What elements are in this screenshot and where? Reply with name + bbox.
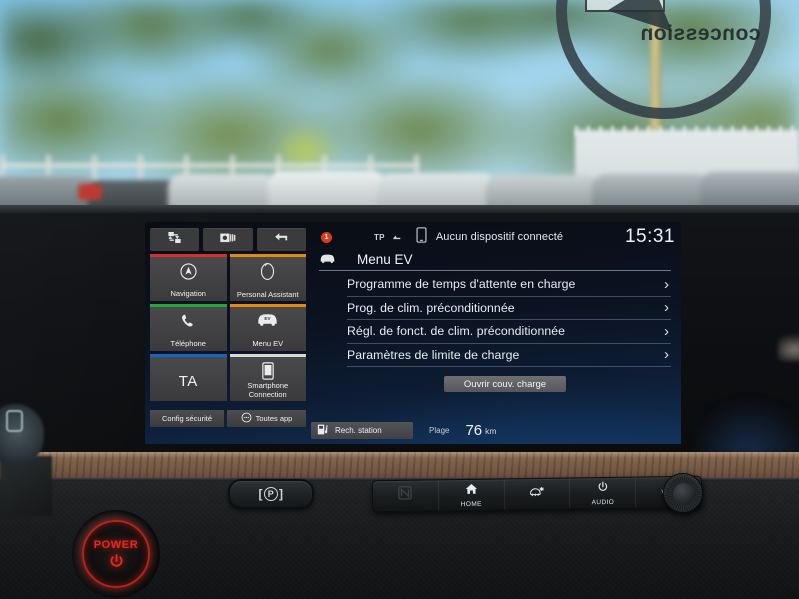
camera-button[interactable] xyxy=(203,228,253,251)
park-bracket-left: [ xyxy=(258,487,263,501)
audio-power-button[interactable]: AUDIO xyxy=(570,477,637,509)
tile-personal-assistant[interactable]: Personal Assistant xyxy=(229,254,306,301)
back-arrow-icon xyxy=(273,230,290,250)
tile-label: Smartphone Connection xyxy=(247,381,289,399)
infotainment-screen[interactable]: Navigation Personal Assistant Téléphone … xyxy=(145,222,681,444)
bezel-reflection-glow xyxy=(690,400,799,458)
power-symbol-icon xyxy=(108,553,125,570)
tp-label: TP xyxy=(374,232,385,242)
svg-text:EV: EV xyxy=(265,316,272,321)
menu-item-label: Prog. de clim. préconditionnée xyxy=(347,300,515,315)
toutes-app-button[interactable]: Toutes app xyxy=(227,410,306,427)
tile-label: Personal Assistant xyxy=(236,289,299,299)
wood-trim-highlight xyxy=(0,452,799,458)
assistant-icon xyxy=(260,262,275,286)
menu-item-label: Programme de temps d'attente en charge xyxy=(347,277,576,292)
menu-item-preconditioning-schedule[interactable]: Prog. de clim. préconditionnée › xyxy=(347,297,671,320)
camera-icon xyxy=(219,230,236,250)
charging-station-button[interactable]: Rech. station xyxy=(311,422,413,439)
menu-item-label: Paramètres de limite de charge xyxy=(347,347,520,362)
chevron-right-icon: › xyxy=(664,299,669,317)
defrost-icon xyxy=(529,484,545,502)
bezel-reflection-car xyxy=(778,333,799,361)
compass-icon xyxy=(179,262,198,286)
tile-ta[interactable]: TA xyxy=(150,354,227,401)
nfc-icon xyxy=(398,485,413,505)
all-apps-icon xyxy=(241,412,252,425)
config-securite-label: Config sécurité xyxy=(161,414,213,423)
open-charge-flap-button[interactable]: Ouvrir couv. charge xyxy=(444,376,566,392)
park-button[interactable]: [ P ] xyxy=(228,479,314,509)
range-label: Plage xyxy=(429,426,450,435)
phone-status-icon xyxy=(416,226,427,248)
tile-label: Menu EV xyxy=(252,338,284,348)
quick-icon-bar xyxy=(150,228,306,251)
park-button-glyph: [ P ] xyxy=(259,487,284,501)
left-panel: Navigation Personal Assistant Téléphone … xyxy=(145,222,311,444)
notification-badge[interactable]: 1 xyxy=(321,231,332,243)
back-button[interactable] xyxy=(256,228,306,251)
toutes-app-label: Toutes app xyxy=(255,414,293,423)
audio-power-icon xyxy=(597,480,609,498)
split-screen-icon xyxy=(166,230,183,250)
charging-station-icon xyxy=(317,423,330,438)
chevron-right-icon: › xyxy=(664,275,669,293)
header-divider xyxy=(319,270,671,271)
phone-icon xyxy=(179,312,198,336)
device-status-text: Aucun dispositif connecté xyxy=(435,231,564,243)
menu-item-preconditioning-settings[interactable]: Régl. de fonct. de clim. préconditionnée… xyxy=(347,320,671,344)
left-badge-icon xyxy=(6,410,23,432)
clock: 15:31 xyxy=(624,226,675,247)
tile-label: Navigation xyxy=(170,288,206,298)
tile-menu-ev[interactable]: EV Menu EV xyxy=(229,304,306,351)
tile-label: TA xyxy=(178,373,198,390)
traffic-announcement-icon xyxy=(388,228,401,246)
menu-item-charge-limit-settings[interactable]: Paramètres de limite de charge › xyxy=(347,344,671,367)
home-icon xyxy=(465,482,478,500)
chevron-right-icon: › xyxy=(664,322,669,340)
main-content: 1 TP Aucun dispositif connecté 15:31 Men… xyxy=(311,222,681,444)
park-letter: P xyxy=(264,487,278,501)
page-header: Menu EV xyxy=(319,249,671,270)
menu-item-label: Régl. de fonct. de clim. préconditionnée xyxy=(347,324,566,339)
ev-car-icon: EV xyxy=(256,312,279,332)
chevron-right-icon: › xyxy=(664,346,669,364)
ev-car-icon xyxy=(319,251,336,269)
nfc-button[interactable] xyxy=(372,480,440,512)
power-button[interactable]: POWER xyxy=(82,520,150,588)
audio-label: AUDIO xyxy=(591,498,615,507)
home-label: HOME xyxy=(460,500,482,509)
tile-smartphone-connection[interactable]: Smartphone Connection xyxy=(229,354,306,401)
range-unit: km xyxy=(485,425,497,436)
menu-item-charge-wait-schedule[interactable]: Programme de temps d'attente en charge › xyxy=(347,273,671,297)
left-bottom-bar: Config sécurité Toutes app xyxy=(150,410,306,427)
status-bar: 1 TP Aucun dispositif connecté 15:31 xyxy=(311,226,675,248)
tile-telephone[interactable]: Téléphone xyxy=(150,304,227,351)
page-title: Menu EV xyxy=(357,252,413,267)
app-tile-grid: Navigation Personal Assistant Téléphone … xyxy=(150,254,306,401)
home-button[interactable]: HOME xyxy=(438,479,505,511)
roof-railing xyxy=(575,126,799,136)
tile-label: Téléphone xyxy=(170,338,206,348)
tp-indicator: TP xyxy=(374,228,401,246)
ev-menu-list: Programme de temps d'attente en charge ›… xyxy=(347,273,671,367)
charging-station-label: Rech. station xyxy=(335,426,382,435)
power-label: POWER xyxy=(93,538,139,551)
red-car xyxy=(78,184,102,200)
defrost-button[interactable] xyxy=(504,478,571,510)
split-screen-button[interactable] xyxy=(150,228,200,251)
range-value: 76 xyxy=(465,422,483,439)
console-button-strip: HOME AUDIO VOL xyxy=(371,475,703,513)
volume-knob[interactable] xyxy=(663,473,703,513)
windshield-sticker-text: concession xyxy=(640,22,761,45)
ev-status-bar: Rech. station Plage 76 km xyxy=(311,422,681,439)
open-charge-flap-label: Ouvrir couv. charge xyxy=(463,378,547,390)
park-bracket-right: ] xyxy=(279,487,284,501)
tile-navigation[interactable]: Navigation xyxy=(150,254,227,301)
config-securite-button[interactable]: Config sécurité xyxy=(150,410,224,427)
